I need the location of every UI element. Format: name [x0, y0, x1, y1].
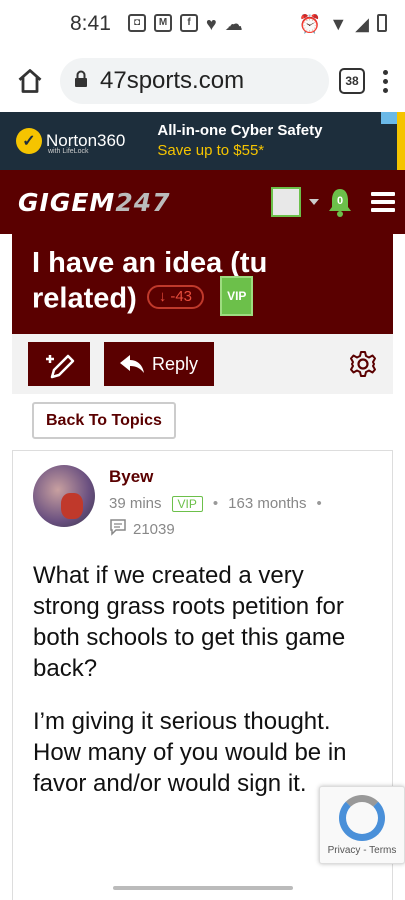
thread-toolbar: Reply: [12, 334, 393, 394]
reply-button[interactable]: Reply: [104, 342, 215, 386]
reply-icon: [120, 355, 144, 373]
recaptcha-links[interactable]: Privacy - Terms: [320, 845, 404, 856]
lock-icon: [74, 67, 88, 95]
post-time: 39 mins: [109, 495, 162, 512]
ad-copy: All-in-one Cyber Safety Save up to $55*: [157, 121, 322, 161]
notification-bell-icon[interactable]: 0: [327, 187, 353, 217]
thread-title: I have an idea (tu related) ↓ -43 VIP: [32, 246, 373, 320]
posts-icon: [109, 518, 127, 540]
ad-offer: Save up to $55*: [157, 142, 265, 159]
home-icon[interactable]: [10, 61, 50, 101]
facebook-icon: f: [180, 14, 198, 32]
heart-icon: ♥: [206, 14, 217, 34]
back-to-topics-button[interactable]: Back To Topics: [32, 402, 176, 439]
user-avatar[interactable]: [271, 187, 301, 217]
post-paragraph: What if we created a very strong grass r…: [33, 562, 346, 682]
ad-choices-icon[interactable]: [381, 112, 397, 124]
reply-label: Reply: [152, 353, 199, 374]
signal-icon: ◢: [355, 14, 369, 34]
gmail-icon: M: [154, 14, 172, 32]
thread-title-box: I have an idea (tu related) ↓ -43 VIP: [12, 234, 393, 334]
chevron-down-icon[interactable]: [309, 199, 319, 205]
screenshot-icon: ◘: [128, 14, 146, 32]
back-wrap: Back To Topics: [0, 394, 405, 450]
hamburger-menu-icon[interactable]: [371, 192, 395, 212]
notification-count: 0: [332, 193, 348, 209]
post-meta: Byew 39 mins VIP • 163 months • 21039: [103, 465, 322, 540]
tab-switcher-button[interactable]: 38: [339, 68, 365, 94]
ad-brand-sub: with LifeLock: [48, 148, 89, 155]
vip-badge-small: VIP: [171, 495, 203, 512]
wifi-icon: ▼: [329, 14, 348, 34]
member-tenure: 163 months: [228, 495, 307, 512]
new-post-button[interactable]: [28, 342, 90, 386]
recaptcha-badge[interactable]: Privacy - Terms: [319, 786, 405, 864]
system-icons: ⏰ ▼ ◢: [299, 14, 387, 35]
browser-toolbar: ​47sports.com 38: [0, 50, 405, 112]
vote-score[interactable]: ↓ -43: [146, 285, 205, 309]
vote-value: -43: [170, 288, 193, 305]
vip-badge: VIP: [220, 276, 254, 316]
post-header: Byew 39 mins VIP • 163 months • 21039: [33, 465, 374, 540]
post-count: 21039: [133, 520, 175, 538]
compose-icon: [46, 354, 75, 379]
logo-text: GIGEM: [18, 187, 116, 217]
alarm-icon: ⏰: [298, 14, 322, 34]
post-username[interactable]: Byew: [109, 467, 322, 487]
status-time: 8:41: [70, 12, 111, 35]
logo-number: 247: [115, 187, 171, 217]
post-count-line: 21039: [109, 518, 322, 540]
site-logo[interactable]: GIGEM247: [18, 188, 171, 217]
battery-icon: [377, 14, 387, 32]
site-header: GIGEM247 0: [0, 170, 405, 234]
url-text: ​47sports.com: [100, 67, 245, 94]
cloud-icon: ☁: [224, 14, 243, 34]
ad-banner[interactable]: ✓ Norton360 with LifeLock All-in-one Cyb…: [0, 112, 405, 170]
gear-icon[interactable]: [349, 350, 377, 378]
notification-icons: ◘ M f ♥ ☁: [128, 14, 243, 35]
browser-menu-icon[interactable]: [375, 69, 395, 93]
arrow-down-icon: ↓: [158, 288, 167, 305]
separator-dot: •: [316, 495, 322, 512]
separator-dot: •: [212, 495, 219, 512]
checkmark-icon: ✓: [16, 128, 42, 154]
recaptcha-icon: [339, 795, 385, 841]
address-bar[interactable]: ​47sports.com: [60, 58, 329, 104]
post-avatar[interactable]: [33, 465, 95, 527]
post-meta-line: 39 mins VIP • 163 months •: [109, 495, 322, 512]
post-body: What if we created a very strong grass r…: [33, 560, 374, 799]
gesture-nav-handle[interactable]: [113, 886, 293, 890]
status-bar: 8:41 ◘ M f ♥ ☁ ⏰ ▼ ◢: [0, 0, 405, 50]
ad-headline: All-in-one Cyber Safety: [157, 122, 323, 139]
